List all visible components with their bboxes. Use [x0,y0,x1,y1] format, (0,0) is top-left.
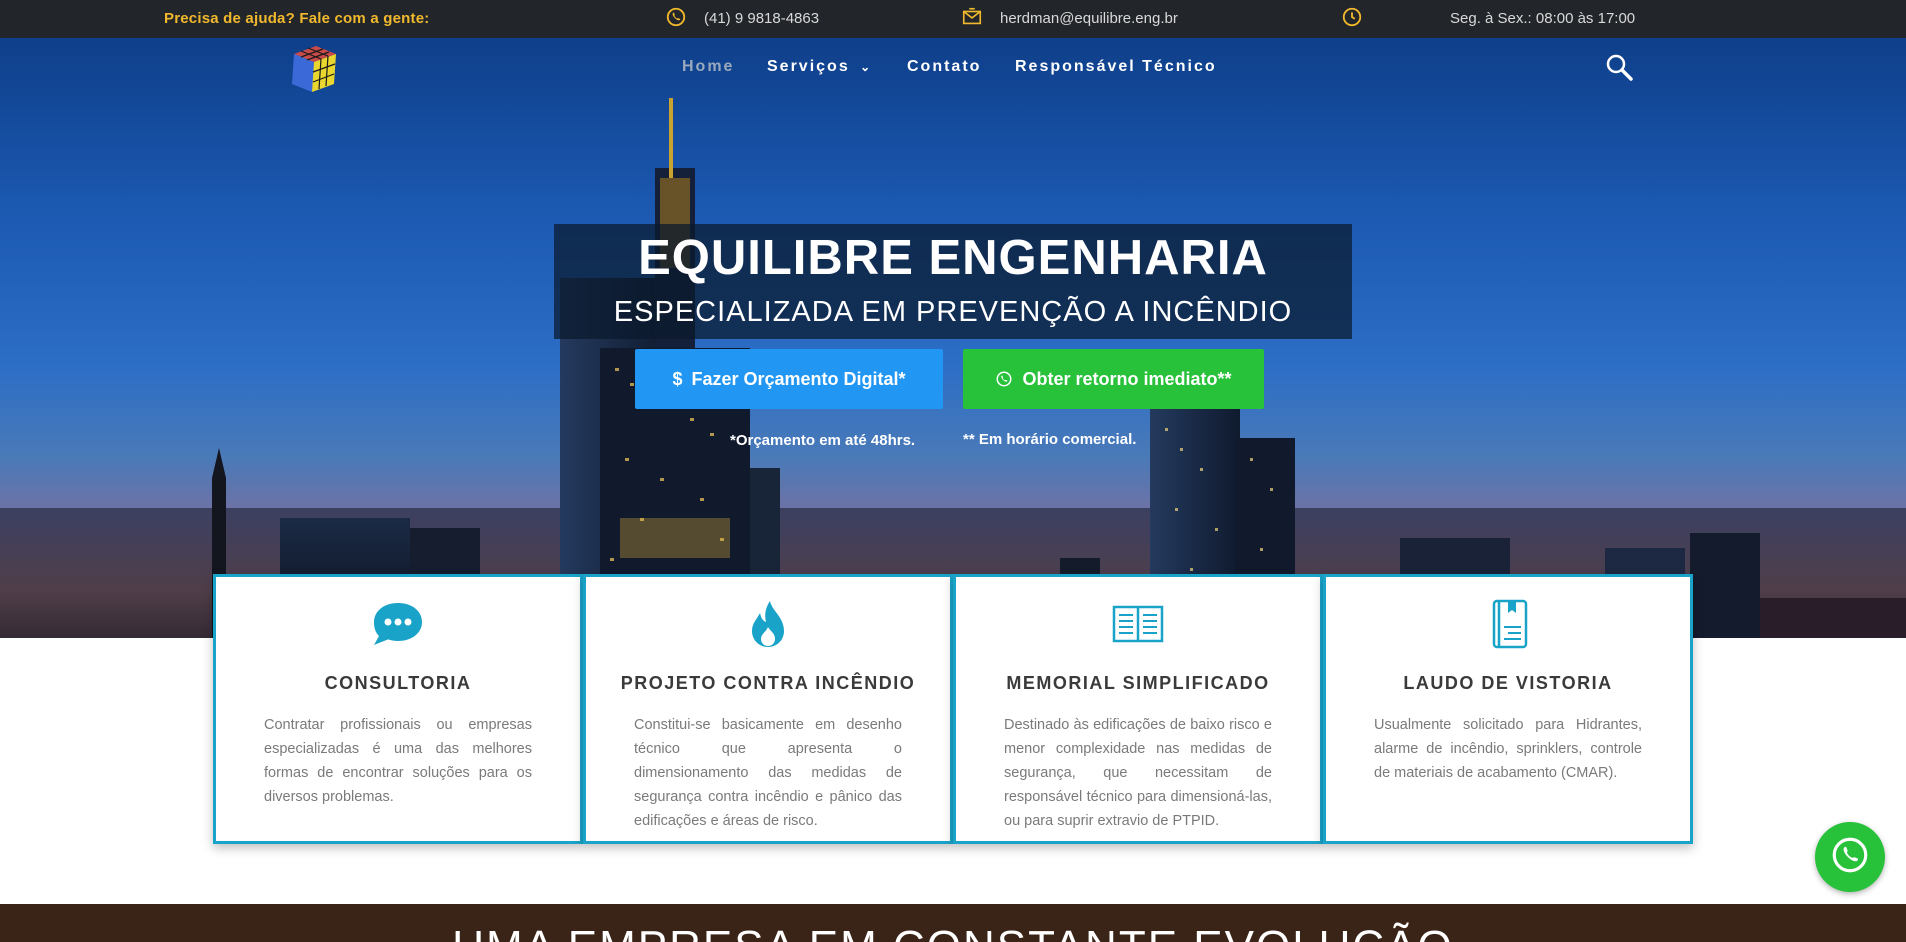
callback-button[interactable]: Obter retorno imediato** [963,349,1264,409]
service-description: Destinado às edificações de baixo risco … [1004,717,1272,829]
email-icon [961,6,983,28]
clock-icon [1341,6,1363,28]
callback-button-label: Obter retorno imediato** [1022,368,1232,389]
services-section: CONSULTORIA Contratar profissionais ou e… [213,574,1693,844]
top-bar: Precisa de ajuda? Fale com a gente: (41)… [0,0,1906,38]
nav-services[interactable]: Serviços ⌄ [767,58,872,76]
whatsapp-float-button[interactable] [1815,822,1885,892]
service-title: LAUDO DE VISTORIA [1403,673,1613,693]
nav-home[interactable]: Home [682,58,734,76]
business-hours: Seg. à Sex.: 08:00 às 17:00 [1450,10,1636,27]
help-text: Precisa de ajuda? Fale com a gente: [164,10,430,27]
service-title: PROJETO CONTRA INCÊNDIO [620,673,916,693]
service-description: Constitui-se basicamente em desenho técn… [634,717,902,829]
logo-cube[interactable] [286,40,346,96]
hero-subtitle: ESPECIALIZADA EM PREVENÇÃO A INCÊNDIO [613,296,1293,328]
phone-link[interactable]: (41) 9 9818-4863 [704,10,819,27]
service-card-projeto[interactable]: PROJETO CONTRA INCÊNDIO Constitui-se bas… [583,574,953,844]
callback-note: ** Em horário comercial. [963,431,1137,448]
email-link[interactable]: herdman@equilibre.eng.br [1000,10,1178,27]
document-book-icon [1326,597,1690,651]
whatsapp-icon [665,6,687,28]
service-title: MEMORIAL SIMPLIFICADO [1006,673,1270,693]
dollar-icon: $ [672,368,683,389]
service-description: Usualmente solicitado para Hidrantes, al… [1374,717,1642,781]
service-description: Contratar profissionais ou empresas espe… [264,717,532,805]
nav-technical[interactable]: Responsável Técnico [1015,58,1217,76]
nav-services-label: Serviços [767,58,850,75]
chat-bubble-icon [216,597,580,651]
evolution-section: UMA EMPRESA EM CONSTANTE EVOLUÇÃO [0,904,1906,942]
service-card-consultoria[interactable]: CONSULTORIA Contratar profissionais ou e… [213,574,583,844]
quote-note: *Orçamento em até 48hrs. [730,432,916,449]
whatsapp-icon [1829,834,1871,881]
service-card-laudo[interactable]: LAUDO DE VISTORIA Usualmente solicitado … [1323,574,1693,844]
service-card-memorial[interactable]: MEMORIAL SIMPLIFICADO Destinado às edifi… [953,574,1323,844]
open-book-icon [956,597,1320,651]
hero-title: EQUILIBRE ENGENHARIA [638,231,1268,285]
quote-button[interactable]: $ Fazer Orçamento Digital* [635,349,943,409]
quote-button-label: Fazer Orçamento Digital* [691,368,906,389]
flame-icon [586,597,950,651]
whatsapp-icon [995,370,1013,388]
search-icon[interactable] [1604,52,1634,82]
evolution-heading: UMA EMPRESA EM CONSTANTE EVOLUÇÃO [0,922,1906,942]
chevron-down-icon: ⌄ [860,60,873,74]
service-title: CONSULTORIA [324,673,472,693]
nav-contact[interactable]: Contato [907,58,981,76]
